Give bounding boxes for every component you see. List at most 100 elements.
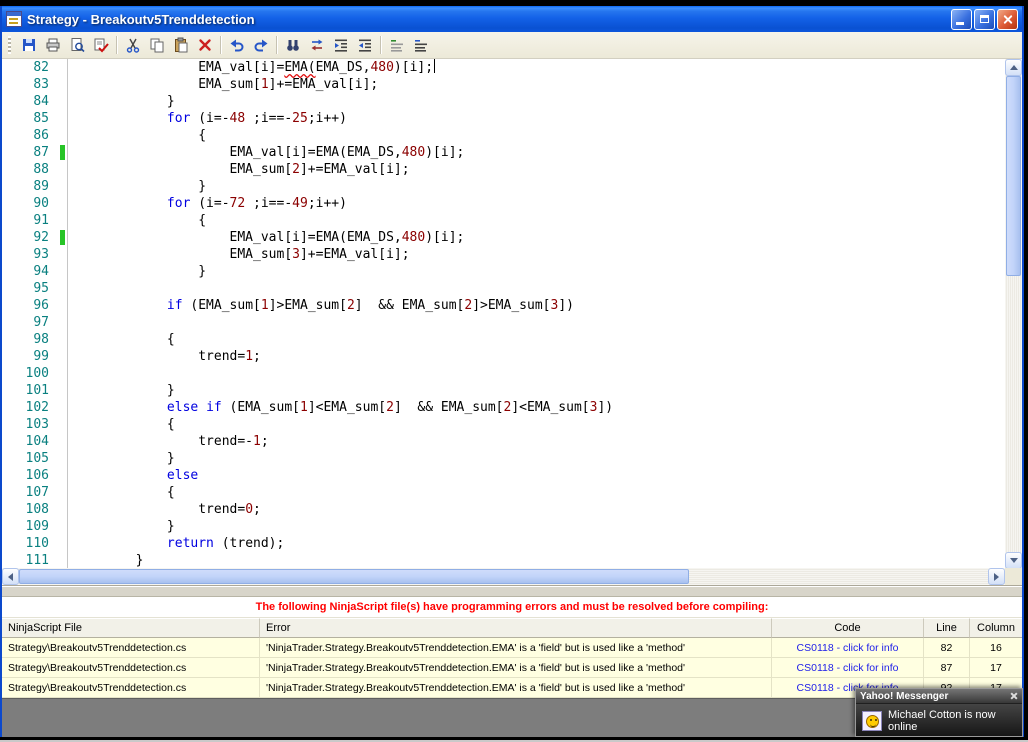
- restore-button[interactable]: [974, 8, 995, 30]
- horizontal-scroll-thumb[interactable]: [19, 569, 689, 584]
- code-line[interactable]: 103 {: [2, 416, 1005, 433]
- scroll-right-button[interactable]: [988, 568, 1005, 585]
- code-line[interactable]: 99 trend=1;: [2, 348, 1005, 365]
- line-number: 106: [25, 468, 49, 483]
- code-line[interactable]: 104 trend=-1;: [2, 433, 1005, 450]
- spell-check-button[interactable]: [89, 34, 112, 56]
- code-line[interactable]: 94 }: [2, 263, 1005, 280]
- change-marker-margin: [58, 59, 67, 76]
- error-cell-file: Strategy\Breakoutv5Trenddetection.cs: [2, 658, 260, 678]
- scroll-down-button[interactable]: [1005, 552, 1022, 569]
- code-line[interactable]: 108 trend=0;: [2, 501, 1005, 518]
- code-line[interactable]: 110 return (trend);: [2, 535, 1005, 552]
- paste-button[interactable]: [169, 34, 192, 56]
- error-cell-line: 87: [924, 658, 970, 678]
- redo-button[interactable]: [249, 34, 272, 56]
- app-icon: [6, 11, 22, 27]
- code-line[interactable]: 85 for (i=-48 ;i==-25;i++): [2, 110, 1005, 127]
- indent-button[interactable]: [329, 34, 352, 56]
- cut-button[interactable]: [121, 34, 144, 56]
- line-number: 97: [33, 315, 49, 330]
- code-line[interactable]: 95: [2, 280, 1005, 297]
- code-line[interactable]: 83 EMA_sum[1]+=EMA_val[i];: [2, 76, 1005, 93]
- toolbar-separator: [220, 36, 221, 54]
- code-text: else: [67, 467, 1005, 484]
- title-bar[interactable]: Strategy - Breakoutv5Trenddetection: [2, 6, 1022, 32]
- change-marker-margin: [58, 552, 67, 569]
- code-line[interactable]: 92 EMA_val[i]=EMA(EMA_DS,480)[i];: [2, 229, 1005, 246]
- change-marker-margin: [58, 178, 67, 195]
- comment-button[interactable]: [385, 34, 408, 56]
- delete-button[interactable]: [193, 34, 216, 56]
- print-button[interactable]: [41, 34, 64, 56]
- find-button[interactable]: [281, 34, 304, 56]
- uncomment-button[interactable]: [409, 34, 432, 56]
- undo-button[interactable]: [225, 34, 248, 56]
- code-line[interactable]: 100: [2, 365, 1005, 382]
- code-line[interactable]: 97: [2, 314, 1005, 331]
- code-line[interactable]: 87 EMA_val[i]=EMA(EMA_DS,480)[i];: [2, 144, 1005, 161]
- code-line[interactable]: 88 EMA_sum[2]+=EMA_val[i];: [2, 161, 1005, 178]
- toolbar-grip[interactable]: [8, 36, 11, 54]
- line-number: 84: [33, 94, 49, 109]
- redo-icon: [254, 39, 267, 52]
- notification-body[interactable]: Michael Cotton is now online: [856, 704, 1022, 738]
- code-line[interactable]: 93 EMA_sum[3]+=EMA_val[i];: [2, 246, 1005, 263]
- line-number: 88: [33, 162, 49, 177]
- code-line[interactable]: 111 }: [2, 552, 1005, 569]
- code-line[interactable]: 91 {: [2, 212, 1005, 229]
- indent-icon: [334, 39, 347, 52]
- print-preview-button[interactable]: [65, 34, 88, 56]
- code-line[interactable]: 84 }: [2, 93, 1005, 110]
- line-number: 109: [25, 519, 49, 534]
- vertical-scroll-thumb[interactable]: [1006, 76, 1021, 276]
- code-line[interactable]: 90 for (i=-72 ;i==-49;i++): [2, 195, 1005, 212]
- change-marker-margin: [58, 467, 67, 484]
- restore-icon: [980, 15, 989, 23]
- change-marker-margin: [58, 110, 67, 127]
- change-marker-margin: [58, 127, 67, 144]
- notification-title-bar: Yahoo! Messenger: [856, 689, 1022, 704]
- code-text: EMA_val[i]=EMA(EMA_DS,480)[i];: [67, 59, 1005, 76]
- code-lines[interactable]: 82 EMA_val[i]=EMA(EMA_DS,480)[i]; 83 EMA_…: [2, 59, 1005, 569]
- error-row[interactable]: Strategy\Breakoutv5Trenddetection.cs 'Nin…: [2, 638, 1022, 658]
- code-line[interactable]: 89 }: [2, 178, 1005, 195]
- scroll-up-button[interactable]: [1005, 59, 1022, 76]
- code-line[interactable]: 98 {: [2, 331, 1005, 348]
- error-row[interactable]: Strategy\Breakoutv5Trenddetection.cs 'Nin…: [2, 658, 1022, 678]
- vertical-scrollbar[interactable]: [1005, 59, 1022, 569]
- code-text: }: [67, 382, 1005, 399]
- code-line[interactable]: 107 {: [2, 484, 1005, 501]
- minimize-button[interactable]: [951, 8, 972, 30]
- code-line[interactable]: 102 else if (EMA_sum[1]<EMA_sum[2] && EM…: [2, 399, 1005, 416]
- code-line[interactable]: 82 EMA_val[i]=EMA(EMA_DS,480)[i];: [2, 59, 1005, 76]
- code-viewport[interactable]: 82 EMA_val[i]=EMA(EMA_DS,480)[i]; 83 EMA_…: [2, 59, 1005, 569]
- error-cell-code[interactable]: CS0118 - click for info: [772, 658, 924, 678]
- save-button[interactable]: [17, 34, 40, 56]
- code-line[interactable]: 96 if (EMA_sum[1]>EMA_sum[2] && EMA_sum[…: [2, 297, 1005, 314]
- arrow-right-icon: [994, 572, 999, 581]
- spell-check-icon: [94, 38, 109, 53]
- error-cell-code[interactable]: CS0118 - click for info: [772, 638, 924, 658]
- code-editor[interactable]: 82 EMA_val[i]=EMA(EMA_DS,480)[i]; 83 EMA_…: [2, 59, 1022, 586]
- replace-button[interactable]: [305, 34, 328, 56]
- notification-close-icon[interactable]: [1010, 692, 1018, 700]
- code-line[interactable]: 109 }: [2, 518, 1005, 535]
- horizontal-scrollbar[interactable]: [2, 568, 1005, 585]
- outdent-button[interactable]: [353, 34, 376, 56]
- panel-splitter[interactable]: [2, 586, 1022, 597]
- error-table-header: NinjaScript File Error Code Line Column: [2, 618, 1022, 638]
- error-cell-line: 82: [924, 638, 970, 658]
- change-marker-margin: [58, 484, 67, 501]
- copy-button[interactable]: [145, 34, 168, 56]
- code-line[interactable]: 86 {: [2, 127, 1005, 144]
- scroll-left-button[interactable]: [2, 568, 19, 585]
- change-marker-margin: [58, 229, 67, 246]
- code-line[interactable]: 101 }: [2, 382, 1005, 399]
- code-line[interactable]: 105 }: [2, 450, 1005, 467]
- find-icon: [286, 40, 299, 51]
- close-button[interactable]: [997, 8, 1018, 30]
- yahoo-messenger-notification[interactable]: Yahoo! Messenger Michael Cotton is now o…: [855, 688, 1023, 737]
- code-line[interactable]: 106 else: [2, 467, 1005, 484]
- change-marker-margin: [58, 382, 67, 399]
